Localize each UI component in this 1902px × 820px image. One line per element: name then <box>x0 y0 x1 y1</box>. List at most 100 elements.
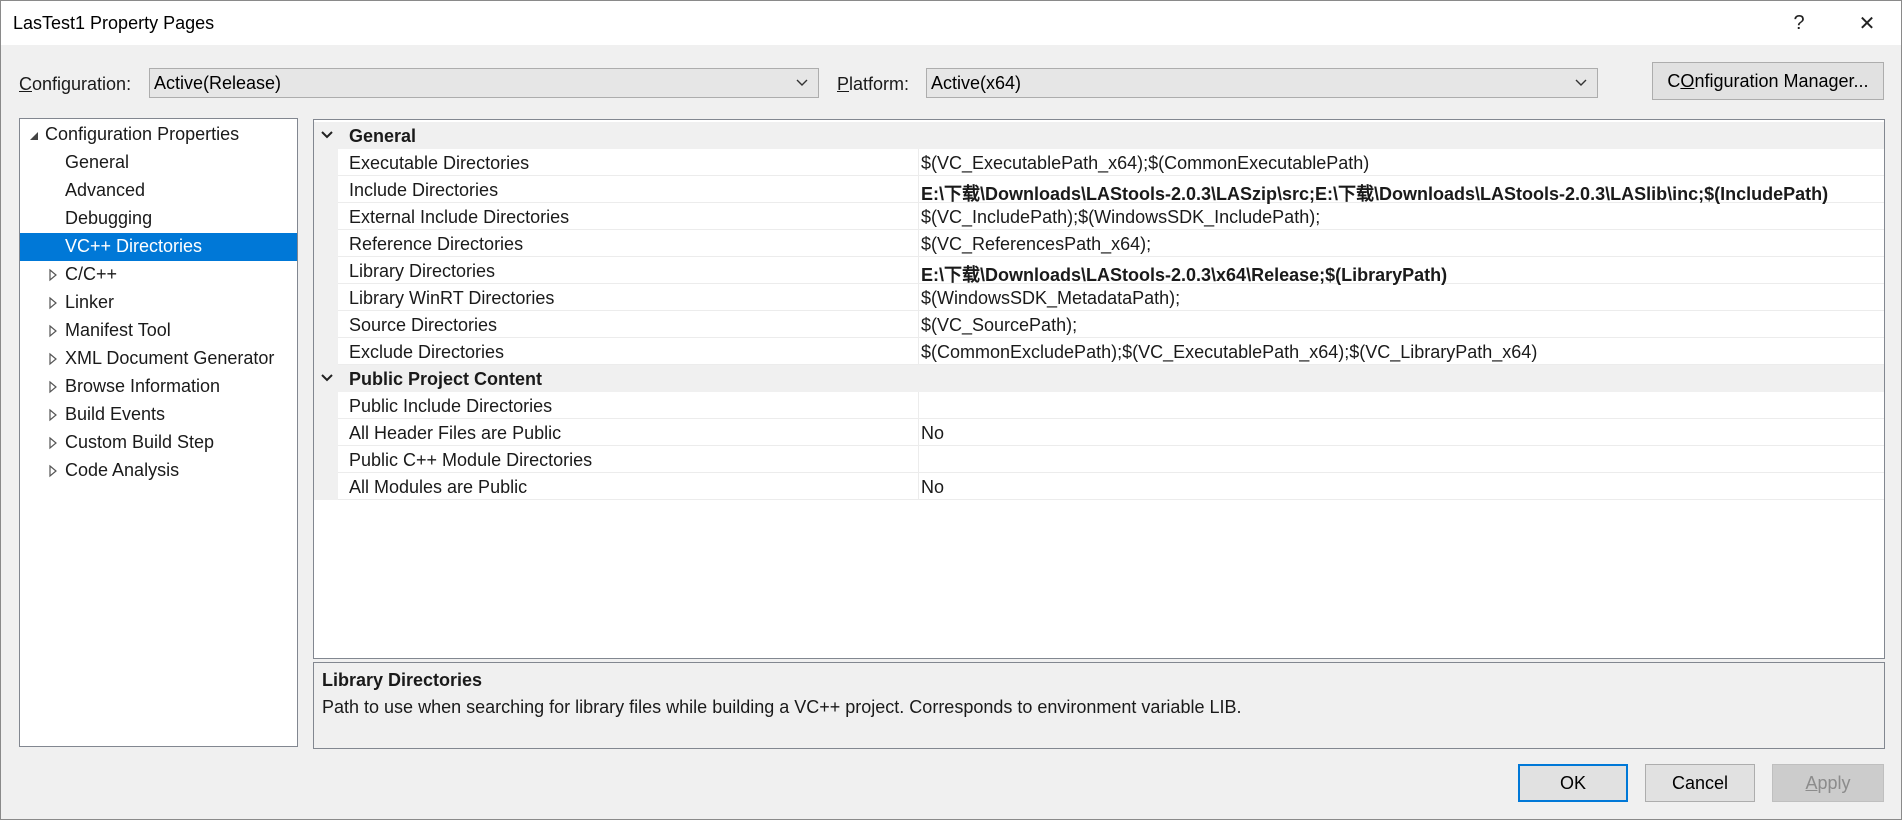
tree-item-label: Build Events <box>65 404 166 424</box>
property-name: Public Project Content <box>349 369 543 389</box>
column-divider <box>918 230 919 257</box>
property-row[interactable]: Library Directories E:\下载\Downloads\LASto… <box>314 257 1884 285</box>
configuration-value: Active(Release) <box>154 73 282 93</box>
collapsed-triangle-icon[interactable] <box>46 351 60 367</box>
tree-item-label: C/C++ <box>65 264 118 284</box>
property-name: General <box>349 126 417 146</box>
property-row[interactable]: Exclude Directories $(CommonExcludePath);… <box>314 338 1884 365</box>
column-divider <box>918 392 919 419</box>
row-gutter <box>314 473 338 500</box>
tree-root-configuration-properties[interactable]: Configuration Properties <box>20 121 297 149</box>
column-divider <box>918 257 919 284</box>
property-row[interactable]: Library WinRT Directories $(WindowsSDK_Me… <box>314 284 1884 311</box>
tree-item-xml-document-generator[interactable]: XML Document Generator <box>20 345 297 373</box>
property-row[interactable]: Source Directories $(VC_SourcePath); <box>314 311 1884 338</box>
help-icon: ? <box>1793 11 1805 34</box>
property-row[interactable]: Reference Directories $(VC_ReferencesPath… <box>314 230 1884 257</box>
tree-item-label: Debugging <box>65 208 153 228</box>
property-row[interactable]: All Modules are Public No <box>314 473 1884 500</box>
tree-item-label: Linker <box>65 292 115 312</box>
property-name: Exclude Directories <box>349 342 505 362</box>
tree-item-label: Manifest Tool <box>65 320 171 340</box>
property-name: External Include Directories <box>349 207 570 227</box>
tree-item-advanced[interactable]: Advanced <box>20 177 297 205</box>
description-panel: Library Directories Path to use when sea… <box>313 662 1885 749</box>
platform-dropdown[interactable]: Active(x64) <box>926 68 1598 98</box>
property-name: Public C++ Module Directories <box>349 450 593 470</box>
property-name: Executable Directories <box>349 153 530 173</box>
property-row[interactable]: All Header Files are Public No <box>314 419 1884 446</box>
collapsed-triangle-icon[interactable] <box>46 435 60 451</box>
collapsed-triangle-icon[interactable] <box>46 463 60 479</box>
category-general[interactable]: General <box>314 122 1884 149</box>
property-value: $(VC_IncludePath);$(WindowsSDK_IncludePa… <box>921 207 1321 227</box>
tree-item-label: General <box>65 152 130 172</box>
property-grid[interactable]: General Executable Directories $(VC_Execu… <box>313 119 1885 659</box>
property-row[interactable]: Public Include Directories <box>314 392 1884 419</box>
tree-item-c-cpp[interactable]: C/C++ <box>20 261 297 289</box>
tree-item-label: Advanced <box>65 180 146 200</box>
window-title: LasTest1 Property Pages <box>13 13 215 33</box>
cancel-button[interactable]: Cancel <box>1645 764 1755 802</box>
row-gutter <box>314 338 338 365</box>
tree-item-general[interactable]: General <box>20 149 297 177</box>
property-name: Library Directories <box>349 261 496 281</box>
row-gutter <box>314 392 338 419</box>
column-divider <box>918 203 919 230</box>
help-button[interactable]: ? <box>1771 5 1827 41</box>
column-divider <box>918 149 919 176</box>
property-row[interactable]: Include Directories E:\下载\Downloads\LASto… <box>314 176 1884 204</box>
tree-item-label: Configuration Properties <box>45 124 240 144</box>
platform-value: Active(x64) <box>931 73 1022 93</box>
configuration-manager-button[interactable]: C Onfiguration Manager... <box>1652 62 1884 100</box>
configuration-label: Configuration: <box>19 74 132 94</box>
row-gutter <box>314 284 338 311</box>
tree-item-linker[interactable]: Linker <box>20 289 297 317</box>
chevron-down-icon[interactable] <box>320 371 334 385</box>
ok-button[interactable]: OK <box>1518 764 1628 802</box>
column-divider <box>918 419 919 446</box>
property-pages-window: LasTest1 Property Pages ? ✕ Configuratio… <box>0 0 1902 820</box>
tree-item-debugging[interactable]: Debugging <box>20 205 297 233</box>
platform-label: Platform: <box>837 74 910 94</box>
description-title: Library Directories <box>322 670 483 690</box>
row-gutter <box>314 311 338 338</box>
property-row[interactable]: Executable Directories $(VC_ExecutablePat… <box>314 149 1884 176</box>
category-public-project-content[interactable]: Public Project Content <box>314 365 1884 392</box>
property-value: $(VC_ReferencesPath_x64); <box>921 234 1152 254</box>
collapsed-triangle-icon[interactable] <box>46 323 60 339</box>
apply-button[interactable]: Apply <box>1772 764 1884 802</box>
chevron-down-icon[interactable] <box>320 128 334 142</box>
row-gutter <box>314 446 338 473</box>
collapsed-triangle-icon[interactable] <box>46 295 60 311</box>
column-divider <box>918 311 919 338</box>
tree-item-label: VC++ Directories <box>65 236 203 256</box>
property-row[interactable]: External Include Directories $(VC_Include… <box>314 203 1884 230</box>
row-gutter <box>314 419 338 446</box>
tree-item-build-events[interactable]: Build Events <box>20 401 297 429</box>
configuration-dropdown[interactable]: Active(Release) <box>149 68 819 98</box>
column-divider <box>918 473 919 500</box>
tree-item-manifest-tool[interactable]: Manifest Tool <box>20 317 297 345</box>
row-gutter <box>314 149 338 176</box>
tree-item-label: XML Document Generator <box>65 348 275 368</box>
row-gutter <box>314 257 338 284</box>
description-text: Path to use when searching for library f… <box>322 697 1242 717</box>
expanded-triangle-icon <box>30 132 38 140</box>
collapsed-triangle-icon[interactable] <box>46 379 60 395</box>
category-tree[interactable]: Configuration Properties General Advance… <box>19 118 298 747</box>
collapsed-triangle-icon[interactable] <box>46 407 60 423</box>
column-divider <box>918 446 919 473</box>
property-name: All Modules are Public <box>349 477 528 497</box>
tree-item-label: Code Analysis <box>65 460 180 480</box>
tree-item-custom-build-step[interactable]: Custom Build Step <box>20 429 297 457</box>
property-value: No <box>921 477 945 497</box>
tree-item-vc-directories[interactable]: VC++ Directories <box>20 233 297 261</box>
row-gutter <box>314 203 338 230</box>
collapsed-triangle-icon[interactable] <box>46 267 60 283</box>
property-row[interactable]: Public C++ Module Directories <box>314 446 1884 473</box>
tree-item-browse-information[interactable]: Browse Information <box>20 373 297 401</box>
tree-item-code-analysis[interactable]: Code Analysis <box>20 457 297 485</box>
property-name: Reference Directories <box>349 234 524 254</box>
close-button[interactable]: ✕ <box>1839 5 1895 41</box>
